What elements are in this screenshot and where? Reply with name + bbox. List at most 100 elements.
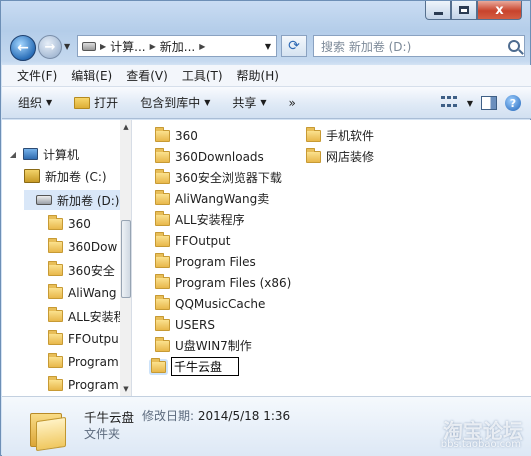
- computer-icon: [23, 148, 38, 160]
- file-item-folder[interactable]: AliWangWang卖: [155, 188, 269, 209]
- file-label: AliWangWang卖: [175, 192, 270, 206]
- file-item-folder[interactable]: U盘WIN7制作: [155, 335, 252, 356]
- organize-button[interactable]: 组织 ▼: [18, 94, 52, 111]
- help-icon[interactable]: ?: [505, 95, 521, 111]
- tree-item-folder[interactable]: Program: [48, 352, 119, 372]
- rename-input[interactable]: [171, 357, 239, 376]
- menu-edit[interactable]: 编辑(E): [64, 67, 119, 84]
- file-item-folder[interactable]: 360Downloads: [155, 146, 264, 167]
- nav-scrollbar[interactable]: ▲ ▼: [120, 120, 131, 396]
- file-item-folder[interactable]: ALL安装程序: [155, 209, 245, 230]
- tree-item-computer[interactable]: ◢ 计算机: [8, 144, 118, 164]
- folder-icon: [155, 189, 170, 205]
- command-bar: 组织 ▼ 打开 包含到库中 ▼ 共享 ▼ » ▼ ?: [2, 87, 531, 119]
- arrow-right-icon: →: [44, 39, 56, 55]
- file-item-folder[interactable]: USERS: [155, 314, 215, 335]
- tree-item-drive-d[interactable]: 新加卷 (D:): [24, 190, 120, 210]
- tree-item-drive-c[interactable]: 新加卷 (C:): [24, 166, 118, 186]
- details-modified-label: 修改日期:: [142, 409, 195, 423]
- folder-icon: [155, 315, 170, 331]
- file-item-renaming[interactable]: [151, 356, 239, 377]
- open-button[interactable]: 打开: [74, 94, 118, 111]
- chevron-right-icon[interactable]: ▶: [199, 42, 205, 51]
- scroll-up-icon[interactable]: ▲: [120, 120, 131, 134]
- maximize-icon: [459, 6, 469, 14]
- tree-label: 计算机: [43, 147, 80, 162]
- refresh-icon: ⟳: [288, 38, 300, 54]
- recent-pages-dropdown[interactable]: ▼: [64, 42, 70, 51]
- minimize-button[interactable]: [425, 1, 451, 20]
- folder-icon: [48, 330, 63, 345]
- back-button[interactable]: ←: [10, 35, 36, 61]
- tree-item-folder[interactable]: 360: [48, 214, 91, 234]
- folder-icon: [151, 357, 166, 373]
- file-label: Program Files (x86): [175, 275, 292, 290]
- dropdown-arrow-icon: ▼: [260, 98, 267, 107]
- file-item-folder[interactable]: 360安全浏览器下载: [155, 167, 282, 188]
- folder-icon: [155, 231, 170, 247]
- file-item-folder[interactable]: 手机软件: [306, 125, 374, 146]
- navigation-pane[interactable]: ◢ 计算机 新加卷 (C:) 新加卷 (D:) 360 360Dow 360安全…: [2, 120, 132, 396]
- file-item-folder[interactable]: 360: [155, 125, 198, 146]
- tree-item-folder[interactable]: FFOutpu: [48, 329, 119, 349]
- tree-item-folder[interactable]: Program: [48, 375, 119, 395]
- view-dropdown-icon[interactable]: ▼: [467, 99, 473, 108]
- more-commands-button[interactable]: »: [289, 96, 296, 110]
- maximize-button[interactable]: [451, 1, 477, 20]
- folder-icon: [155, 273, 170, 289]
- chevron-right-icon[interactable]: ▶: [100, 42, 106, 51]
- share-button[interactable]: 共享 ▼: [232, 94, 266, 111]
- folder-icon: [155, 147, 170, 163]
- file-item-folder[interactable]: 网店装修: [306, 146, 374, 167]
- collapse-icon[interactable]: ◢: [8, 150, 18, 159]
- close-icon: x: [495, 2, 504, 18]
- refresh-button[interactable]: ⟳: [281, 35, 307, 57]
- menu-view[interactable]: 查看(V): [119, 67, 175, 84]
- menu-tools[interactable]: 工具(T): [175, 67, 230, 84]
- file-item-folder[interactable]: Program Files: [155, 251, 256, 272]
- folder-icon: [306, 126, 321, 142]
- details-type: 文件夹: [84, 427, 121, 441]
- tree-item-folder[interactable]: 360Dow: [48, 237, 117, 257]
- tree-label: ALL安装程: [68, 309, 126, 324]
- include-in-library-button[interactable]: 包含到库中 ▼: [140, 94, 210, 111]
- search-icon[interactable]: [508, 40, 520, 52]
- scroll-down-icon[interactable]: ▼: [120, 382, 131, 396]
- toolbar-right: ▼ ?: [440, 87, 531, 119]
- tree-item-folder[interactable]: AliWang: [48, 283, 117, 303]
- menu-help[interactable]: 帮助(H): [230, 67, 286, 84]
- breadcrumb-drive[interactable]: 新加...: [160, 38, 195, 55]
- folder-icon: [155, 168, 170, 184]
- folder-icon: [155, 210, 170, 226]
- file-item-folder[interactable]: QQMusicCache: [155, 293, 265, 314]
- menu-file[interactable]: 文件(F): [10, 67, 64, 84]
- breadcrumb-computer[interactable]: 计算...: [110, 38, 145, 55]
- file-label: 360Downloads: [175, 149, 264, 164]
- preview-pane-icon[interactable]: [481, 96, 497, 110]
- folder-icon: [306, 147, 321, 163]
- address-bar[interactable]: ▶ 计算... ▶ 新加... ▶ ▼: [77, 35, 277, 57]
- scrollbar-thumb[interactable]: [121, 220, 131, 298]
- file-item-folder[interactable]: Program Files (x86): [155, 272, 291, 293]
- dropdown-arrow-icon: ▼: [46, 98, 53, 107]
- close-button[interactable]: x: [477, 1, 522, 20]
- address-dropdown-icon[interactable]: ▼: [260, 42, 276, 51]
- file-label: U盘WIN7制作: [175, 339, 252, 353]
- open-label: 打开: [94, 96, 119, 110]
- search-input[interactable]: 搜索 新加卷 (D:): [313, 35, 525, 57]
- drive-icon: [82, 41, 96, 51]
- include-library-label: 包含到库中: [140, 96, 201, 110]
- more-label: »: [288, 95, 296, 110]
- file-label: FFOutput: [175, 233, 231, 248]
- change-view-icon[interactable]: [440, 96, 459, 110]
- share-label: 共享: [232, 96, 257, 110]
- tree-item-folder[interactable]: ALL安装程: [48, 306, 126, 326]
- chevron-right-icon[interactable]: ▶: [150, 42, 156, 51]
- folder-icon: [48, 353, 63, 368]
- file-list[interactable]: 360 360Downloads 360安全浏览器下载 AliWangWang卖…: [133, 120, 531, 396]
- file-item-folder[interactable]: FFOutput: [155, 230, 231, 251]
- folder-icon: [155, 252, 170, 268]
- forward-button[interactable]: →: [38, 35, 62, 59]
- tree-item-folder[interactable]: 360安全: [48, 260, 115, 280]
- explorer-window: x ← → ▼ ▶ 计算... ▶ 新加... ▶ ▼ ⟳ 搜索 新加卷 (D:…: [0, 0, 531, 456]
